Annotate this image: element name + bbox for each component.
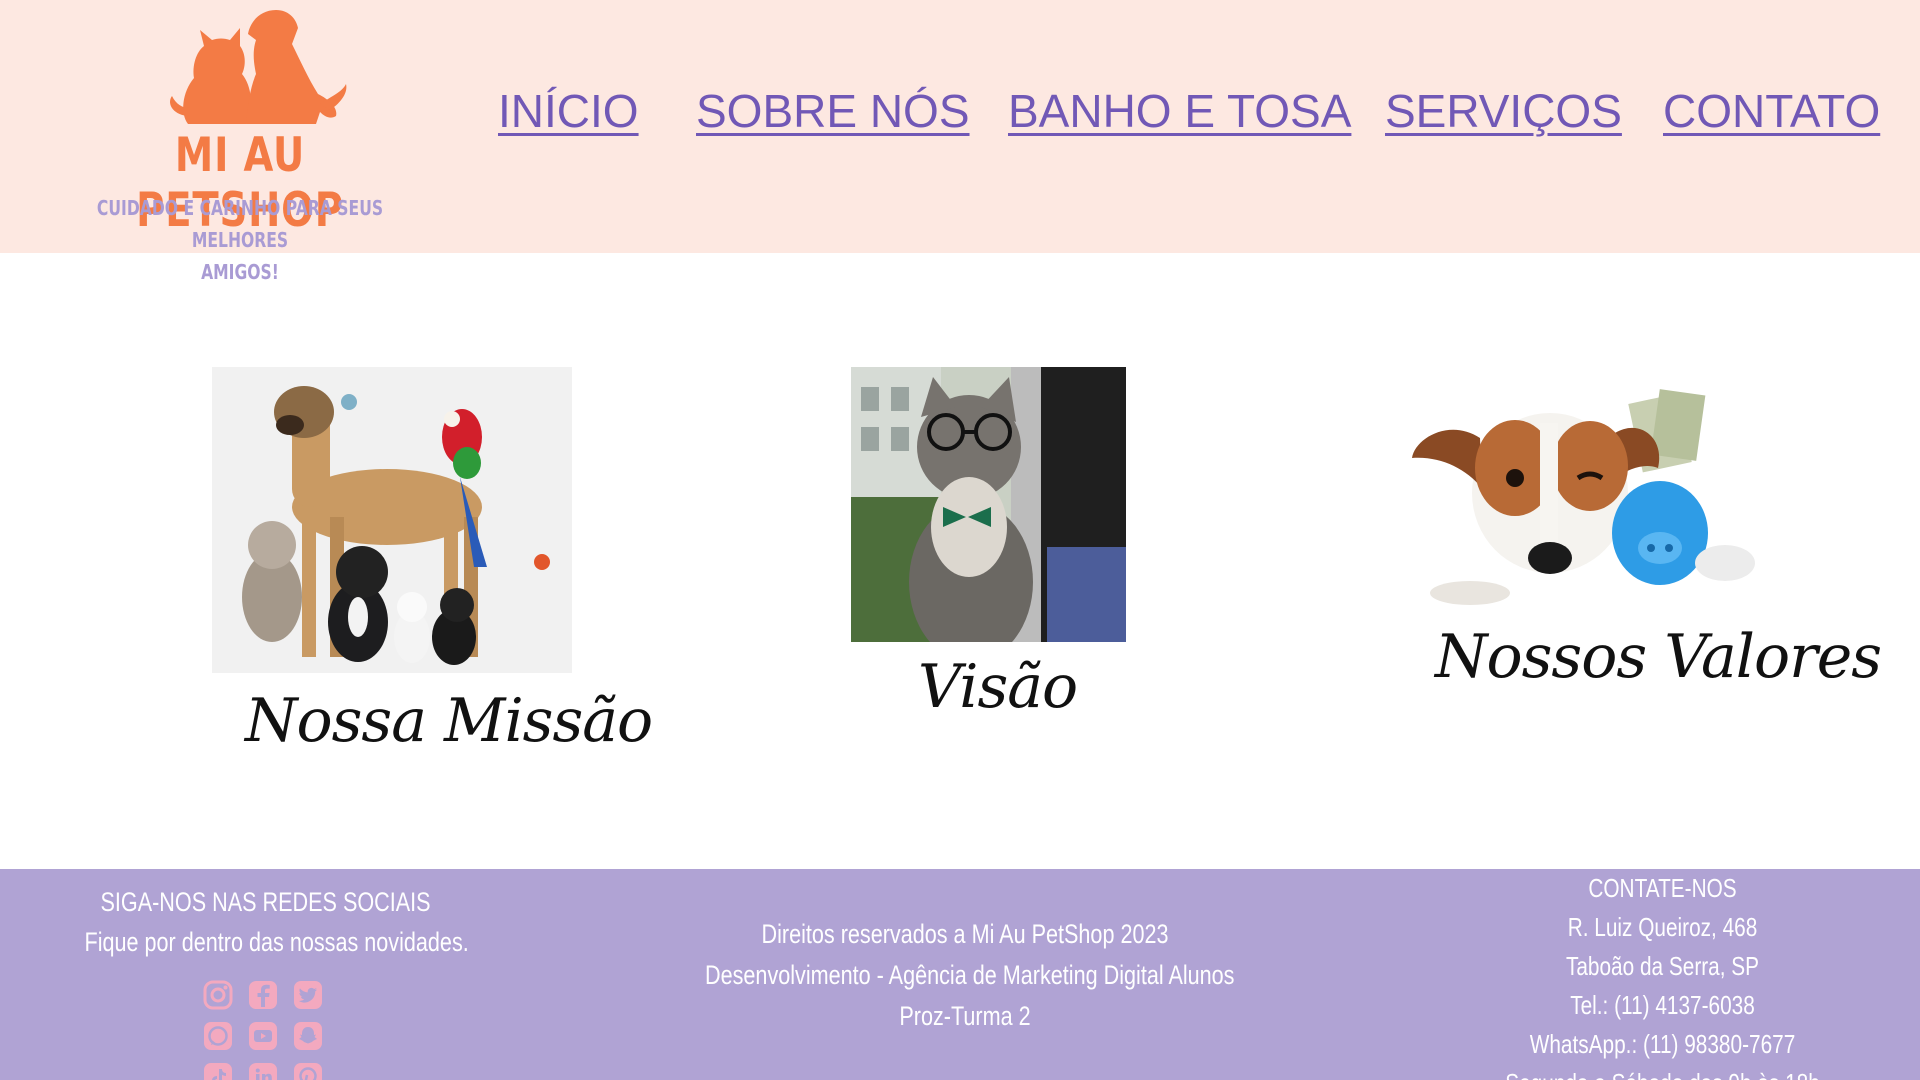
whatsapp-icon[interactable] — [203, 1021, 233, 1051]
pets-group-image — [212, 367, 572, 673]
contact-phone[interactable]: Tel.: (11) 4137-6038 — [1533, 990, 1793, 1021]
card-title-nossos-valores: Nossos Valores — [1435, 622, 1882, 692]
credits-line1: Direitos reservados a Mi Au PetShop 2023 — [761, 919, 1169, 949]
nav-link-sobre-nos[interactable]: SOBRE NÓS — [696, 84, 970, 138]
site-header: MI AU PETSHOP CUIDADO E CARINHO PARA SEU… — [0, 0, 1920, 284]
brand-logo[interactable]: MI AU PETSHOP CUIDADO E CARINHO PARA SEU… — [40, 0, 440, 284]
twitter-icon[interactable] — [293, 980, 323, 1010]
brand-tagline-line2: AMIGOS! — [201, 260, 279, 284]
contact-heading: CONTATE-NOS — [1588, 873, 1737, 903]
dog-piggy-bank-image — [1410, 378, 1765, 608]
cat-with-glasses-image — [851, 367, 1126, 642]
pets-group-illustration — [242, 386, 550, 665]
cat-with-glasses-photo — [851, 367, 1126, 642]
card-title-visao: Visão — [918, 652, 1078, 722]
linkedin-icon[interactable] — [248, 1062, 278, 1080]
tiktok-icon[interactable] — [203, 1062, 233, 1080]
social-heading: SIGA-NOS NAS REDES SOCIAIS — [100, 887, 431, 917]
brand-tagline: CUIDADO E CARINHO PARA SEUS MELHORES AMI… — [84, 192, 396, 288]
contact-city: Taboão da Serra, SP — [1565, 951, 1760, 981]
credits-line2: Desenvolvimento - Agência de Marketing D… — [705, 960, 1235, 990]
cat-dog-logo-icon — [170, 10, 347, 124]
nav-link-inicio[interactable]: INÍCIO — [498, 84, 639, 138]
site-footer: SIGA-NOS NAS REDES SOCIAIS Fique por den… — [0, 869, 1920, 1080]
nav-link-contato[interactable]: CONTATO — [1663, 84, 1880, 138]
facebook-icon[interactable] — [248, 980, 278, 1010]
credits-line3: Proz-Turma 2 — [899, 1001, 1031, 1031]
card-title-nossa-missao: Nossa Missão — [245, 686, 653, 756]
snapchat-icon[interactable] — [293, 1021, 323, 1051]
dog-piggy-bank-photo — [1412, 389, 1755, 605]
contact-address: R. Luiz Queiroz, 468 — [1567, 912, 1758, 942]
contact-whatsapp[interactable]: WhatsApp.: (11) 98380-7677 — [1517, 1029, 1809, 1060]
brand-tagline-line1: CUIDADO E CARINHO PARA SEUS MELHORES — [96, 196, 384, 252]
youtube-icon[interactable] — [248, 1021, 278, 1051]
contact-hours: Segunda a Sábado das 9h às 18h — [1501, 1068, 1825, 1080]
pinterest-icon[interactable] — [293, 1062, 323, 1080]
nav-link-banho-e-tosa[interactable]: BANHO E TOSA — [1008, 84, 1351, 138]
nav-link-servicos[interactable]: SERVIÇOS — [1385, 84, 1622, 138]
instagram-icon[interactable] — [203, 980, 233, 1010]
social-subheading: Fique por dentro das nossas novidades. — [84, 927, 469, 957]
